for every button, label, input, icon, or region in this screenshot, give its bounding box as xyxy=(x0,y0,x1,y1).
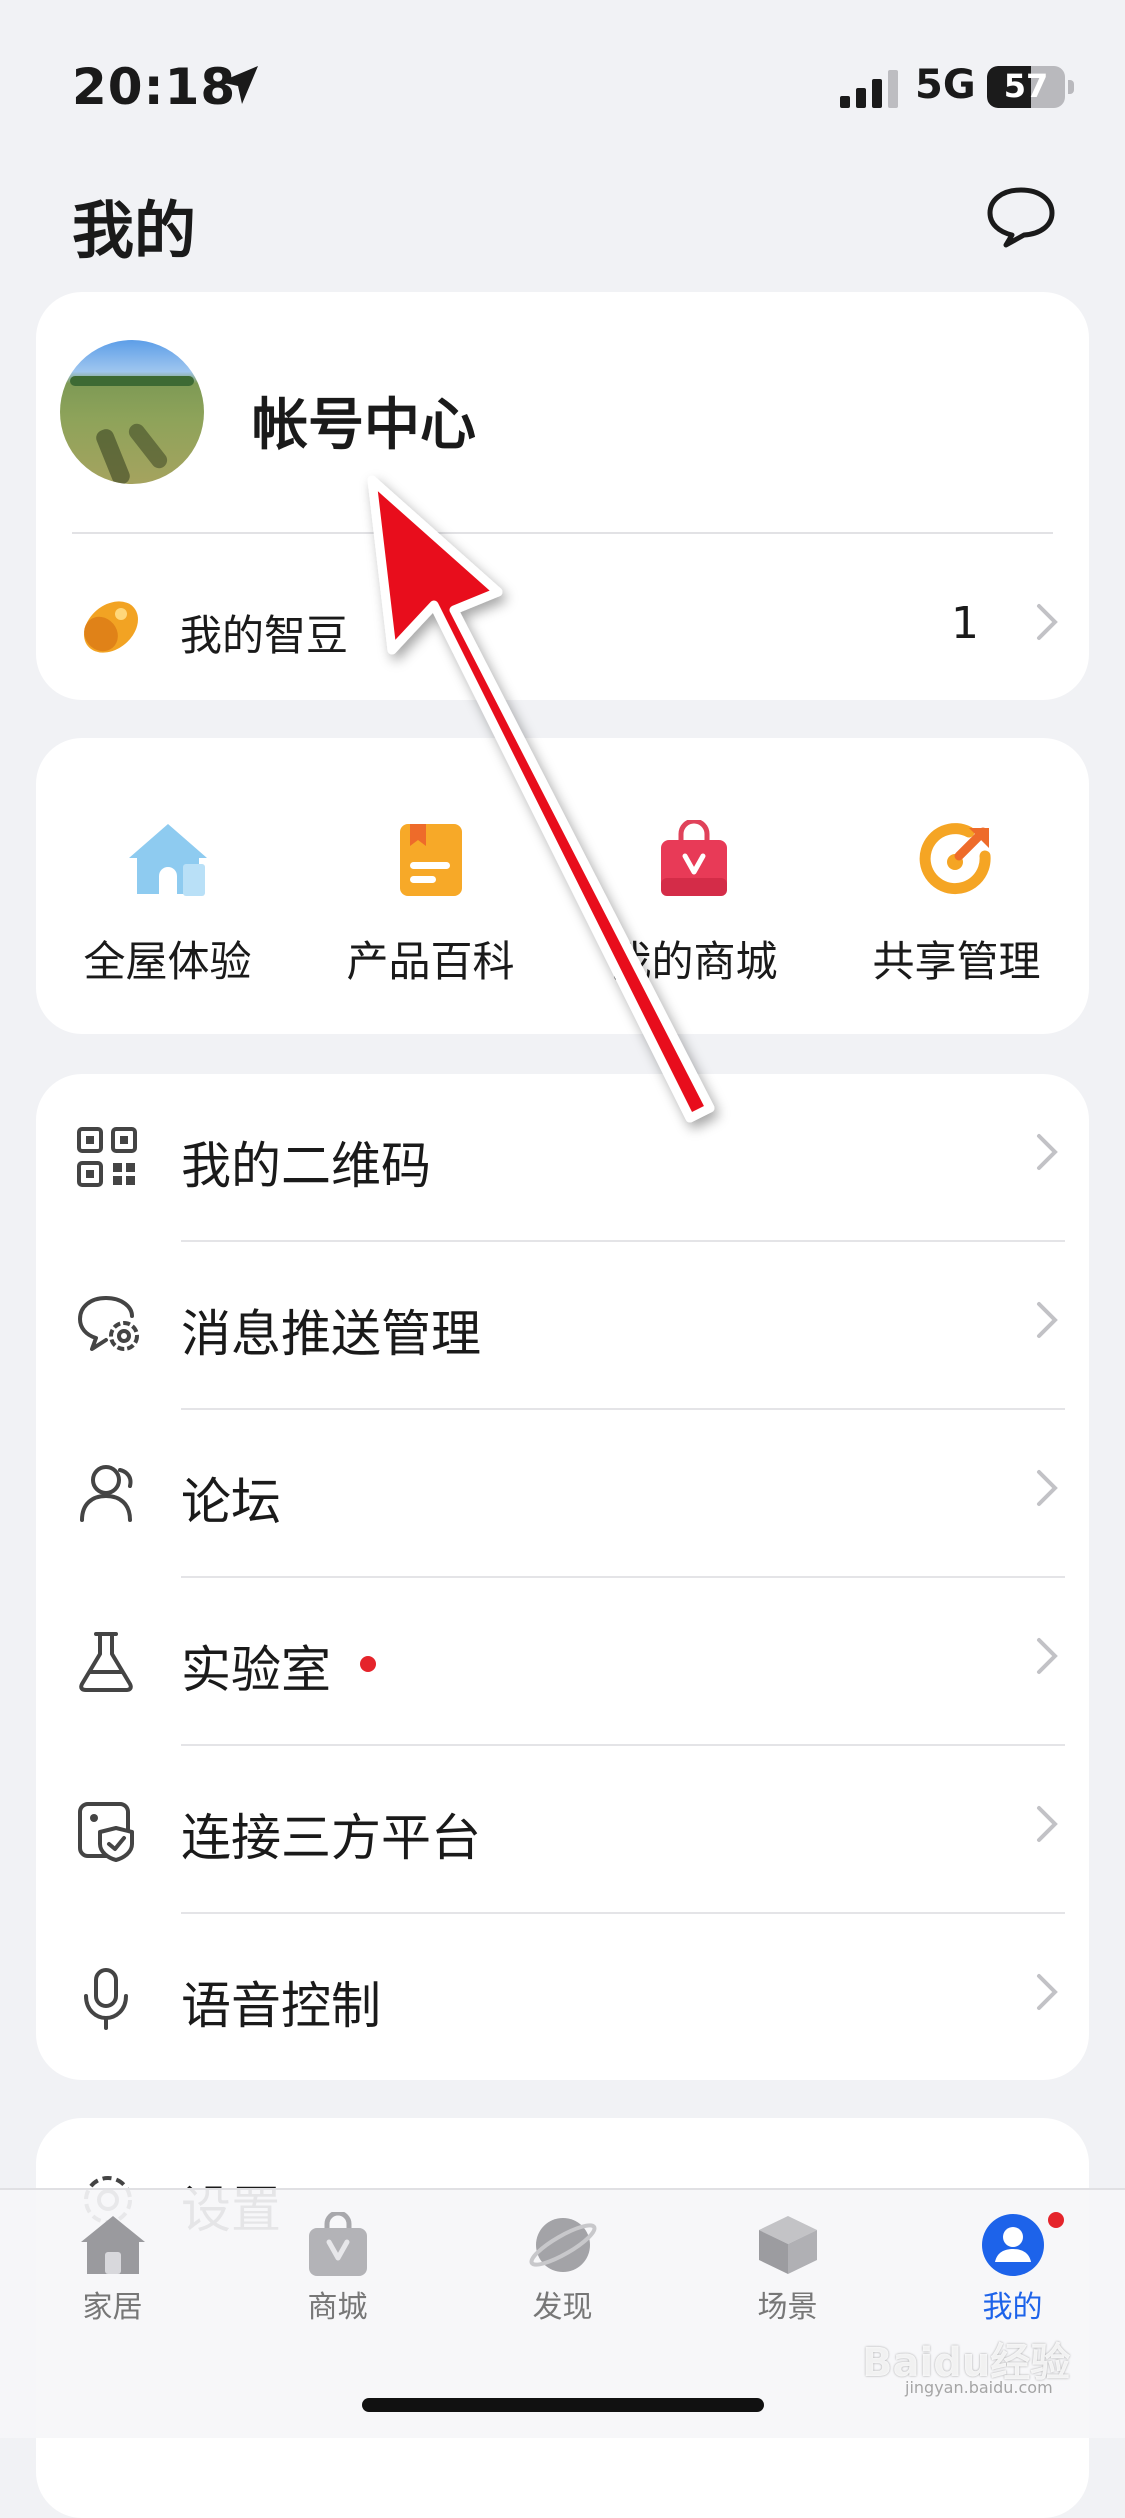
flask-icon xyxy=(79,1632,133,1692)
store-bag-icon xyxy=(308,2212,367,2276)
qr-code-icon xyxy=(77,1127,137,1187)
menu-item-voice-control[interactable]: 语音控制 xyxy=(36,1914,1089,2082)
tab-label: 发现 xyxy=(532,2290,593,2325)
tab-store[interactable]: 商城 xyxy=(225,2212,450,2326)
beans-count: 1 xyxy=(951,598,979,649)
tab-scenes[interactable]: 场景 xyxy=(675,2212,900,2326)
message-gear-icon xyxy=(78,1296,139,1351)
shortcut-share-manage[interactable]: 共享管理 xyxy=(825,738,1088,1034)
new-badge xyxy=(360,1656,376,1672)
cube-icon xyxy=(758,2216,817,2274)
bean-icon xyxy=(84,601,138,653)
menu-item-label: 我的二维码 xyxy=(181,1137,431,1195)
home-indicator[interactable] xyxy=(362,2398,764,2412)
battery-icon: 57 xyxy=(987,66,1065,108)
tab-label: 商城 xyxy=(307,2290,368,2325)
account-center-title[interactable]: 帐号中心 xyxy=(252,380,476,461)
battery-tip xyxy=(1068,80,1074,94)
shortcut-label: 我的商城 xyxy=(609,937,778,986)
tab-label: 家居 xyxy=(82,2290,143,2325)
avatar[interactable] xyxy=(60,340,204,484)
beans-label[interactable]: 我的智豆 xyxy=(180,602,348,663)
chevron-right-icon xyxy=(1037,1806,1058,1842)
shortcut-encyclopedia[interactable]: 产品百科 xyxy=(299,738,562,1034)
menu-item-label: 语音控制 xyxy=(181,1977,381,2035)
chevron-right-icon xyxy=(1037,1470,1058,1506)
chevron-right-icon xyxy=(1037,1302,1058,1338)
page-title: 我的 xyxy=(72,194,197,267)
divider xyxy=(72,532,1053,534)
chevron-right-icon xyxy=(1037,1974,1058,2010)
network-type: 5G xyxy=(915,62,976,108)
share-icon xyxy=(919,823,991,895)
tab-label: 我的 xyxy=(982,2290,1043,2325)
menu-item-label: 消息推送管理 xyxy=(181,1305,481,1363)
planet-icon xyxy=(529,2218,596,2272)
account-card: 帐号中心 我的智豆 1 xyxy=(36,292,1089,700)
shortcut-card: 全屋体验 产品百科 我的商城 共享管理 xyxy=(36,738,1089,1034)
shortcut-label: 产品百科 xyxy=(346,937,515,986)
status-time: 20:18 xyxy=(72,58,237,116)
tab-home[interactable]: 家居 xyxy=(0,2212,225,2326)
menu-item-label: 论坛 xyxy=(181,1473,281,1531)
menu-item-qr-code[interactable]: 我的二维码 xyxy=(36,1074,1089,1242)
chevron-right-icon xyxy=(1037,1134,1058,1170)
menu-item-push-management[interactable]: 消息推送管理 xyxy=(36,1242,1089,1410)
shortcut-label: 共享管理 xyxy=(872,937,1041,986)
menu-item-lab[interactable]: 实验室 xyxy=(36,1578,1089,1746)
connect-shield-icon xyxy=(78,1802,134,1862)
tab-label: 场景 xyxy=(757,2290,818,2325)
menu-card: 我的二维码 消息推送管理 论坛 实验室 连接三方平台 语音控制 xyxy=(36,1074,1089,2080)
people-icon xyxy=(80,1465,133,1522)
menu-item-label: 连接三方平台 xyxy=(181,1809,481,1867)
menu-item-label: 实验室 xyxy=(181,1641,331,1699)
microphone-icon xyxy=(84,1968,128,2030)
menu-item-forum[interactable]: 论坛 xyxy=(36,1410,1089,1578)
shortcut-whole-house[interactable]: 全屋体验 xyxy=(36,738,299,1034)
home-icon xyxy=(80,2216,145,2274)
book-icon xyxy=(399,824,462,896)
tab-mine[interactable]: 我的 xyxy=(900,2212,1125,2326)
shortcut-my-mall[interactable]: 我的商城 xyxy=(562,738,825,1034)
chevron-right-icon xyxy=(1037,604,1058,640)
tab-discover[interactable]: 发现 xyxy=(450,2212,675,2326)
chat-bubble-icon[interactable] xyxy=(986,186,1056,248)
shopping-bag-icon xyxy=(660,820,727,896)
menu-item-third-party[interactable]: 连接三方平台 xyxy=(36,1746,1089,1914)
tab-badge xyxy=(1048,2212,1064,2228)
battery-level: 57 xyxy=(1003,67,1049,105)
location-arrow-icon xyxy=(220,66,258,104)
cell-signal-icon xyxy=(840,70,898,108)
shortcut-label: 全屋体验 xyxy=(83,937,252,986)
house-icon xyxy=(128,824,207,896)
user-icon xyxy=(981,2214,1044,2276)
watermark-url: jingyan.baidu.com xyxy=(905,2378,1053,2397)
chevron-right-icon xyxy=(1037,1638,1058,1674)
